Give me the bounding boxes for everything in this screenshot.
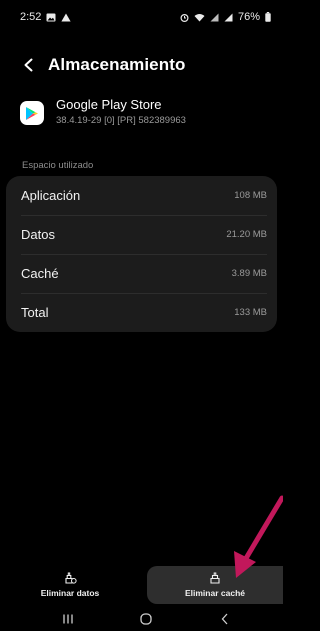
storage-row-data: Datos 21.20 MB	[6, 215, 277, 254]
clear-data-label: Eliminar datos	[40, 588, 100, 598]
row-value: 3.89 MB	[231, 268, 267, 279]
app-info: Google Play Store 38.4.19-29 [0] [PR] 58…	[20, 97, 186, 126]
bottom-action-bar: Eliminar datos Eliminar caché	[0, 566, 283, 604]
app-name: Google Play Store	[56, 97, 162, 112]
clear-data-button[interactable]: Eliminar datos	[12, 566, 128, 604]
row-label: Caché	[21, 266, 59, 281]
home-button[interactable]	[138, 610, 154, 628]
recents-icon	[63, 614, 73, 624]
back-button[interactable]	[18, 54, 40, 76]
storage-row-cache: Caché 3.89 MB	[6, 254, 277, 293]
eraser-icon	[64, 572, 77, 584]
signal-icon	[224, 13, 233, 21]
section-label: Espacio utilizado	[22, 160, 94, 171]
clear-cache-label: Eliminar caché	[184, 588, 245, 598]
clear-cache-button[interactable]: Eliminar caché	[147, 566, 283, 604]
image-icon	[46, 13, 56, 21]
back-arrow-icon	[24, 58, 33, 72]
status-time: 2:52	[20, 11, 42, 23]
app-text: Google Play Store 38.4.19-29 [0] [PR] 58…	[56, 97, 186, 126]
app-bar: Almacenamiento	[0, 50, 283, 80]
row-value: 133 MB	[234, 307, 267, 318]
row-label: Total	[21, 305, 49, 320]
storage-row-application: Aplicación 108 MB	[6, 176, 277, 215]
status-bar: 2:52 76%	[0, 0, 283, 34]
app-version: 38.4.19-29 [0] [PR] 582389963	[56, 115, 186, 126]
eraser-icon	[210, 572, 220, 584]
home-icon	[140, 613, 152, 625]
play-store-icon	[20, 101, 44, 125]
storage-card: Aplicación 108 MB Datos 21.20 MB Caché 3…	[6, 176, 277, 332]
storage-row-total: Total 133 MB	[6, 293, 277, 332]
battery-percent: 76%	[237, 11, 260, 23]
row-value: 21.20 MB	[226, 229, 267, 240]
status-left: 2:52	[20, 11, 72, 23]
page-title: Almacenamiento	[48, 55, 186, 74]
row-label: Datos	[21, 227, 55, 242]
row-label: Aplicación	[21, 188, 81, 203]
wifi-icon	[194, 13, 205, 21]
warning-icon	[61, 13, 72, 21]
alarm-icon	[180, 13, 189, 22]
status-right: 76%	[180, 11, 271, 23]
row-value: 108 MB	[234, 190, 267, 201]
battery-icon	[265, 12, 271, 22]
signal-icon	[210, 13, 219, 21]
navigation-bar	[0, 606, 283, 631]
back-nav-icon	[221, 613, 228, 625]
back-nav-button[interactable]	[217, 610, 233, 628]
recents-button[interactable]	[60, 610, 76, 628]
